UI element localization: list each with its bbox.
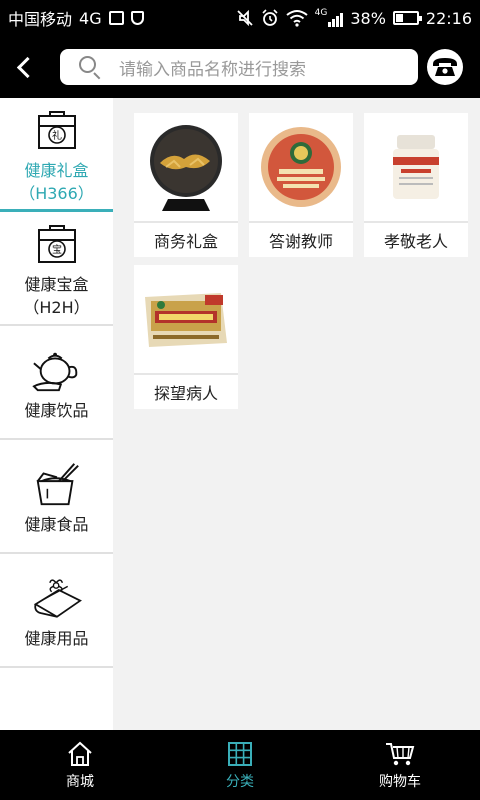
top-bar: 请输入商品名称进行搜索 — [0, 36, 480, 98]
signal-network-label: 4G — [314, 8, 328, 18]
sidebar-item-health-food[interactable]: 健康食品 — [0, 440, 113, 554]
carrier-name: 中国移动 — [8, 10, 73, 29]
towel-icon — [32, 575, 82, 621]
search-icon — [78, 55, 102, 80]
sidebar-item-label: 健康用品 — [24, 628, 89, 648]
signal-icon: 4G — [315, 9, 344, 27]
product-grid: 商务礼盒 答谢教师 孝敬老人 探望病人 — [113, 98, 480, 730]
product-card[interactable]: 孝敬老人 — [364, 113, 468, 257]
back-chevron-icon — [16, 56, 38, 78]
product-card[interactable]: 商务礼盒 — [134, 113, 238, 257]
cart-icon — [385, 740, 415, 768]
product-card[interactable]: 探望病人 — [134, 265, 238, 409]
sidebar-item-label: 健康礼盒 （H366） — [19, 160, 94, 203]
svg-text:礼: 礼 — [52, 129, 62, 142]
sidebar-item-label: 健康食品 — [24, 514, 89, 534]
nav-label: 购物车 — [379, 773, 421, 790]
mute-icon — [236, 9, 253, 27]
status-bar: 中国移动 4G 4G 38% 22:16 — [0, 0, 480, 36]
tea-cake-plate-image — [134, 113, 238, 221]
gift-box-li-icon: 礼 — [32, 107, 82, 153]
sidebar-item-label: 健康饮品 — [24, 400, 89, 420]
wifi-icon — [286, 10, 308, 27]
product-label: 商务礼盒 — [153, 232, 218, 251]
nav-item-cart[interactable]: 购物车 — [320, 730, 480, 800]
gift-box-bao-icon: 宝 — [32, 221, 82, 267]
product-card[interactable]: 答谢教师 — [249, 113, 353, 257]
product-label: 孝敬老人 — [383, 232, 448, 251]
tea-cake-image — [249, 113, 353, 221]
search-placeholder: 请输入商品名称进行搜索 — [119, 59, 306, 80]
clock: 22:16 — [425, 8, 472, 28]
phone-button[interactable] — [427, 49, 463, 85]
nav-label: 商城 — [66, 773, 94, 790]
nav-item-mall[interactable]: 商城 — [0, 730, 160, 800]
category-sidebar: 礼 健康礼盒 （H366） 宝 健康宝盒 （H2H） 健康饮品 健康食品 健康用… — [0, 98, 113, 730]
category-grid-icon — [225, 740, 255, 768]
alarm-icon — [262, 9, 278, 26]
ginseng-box-image — [134, 265, 238, 373]
home-icon — [65, 740, 95, 768]
search-input[interactable]: 请输入商品名称进行搜索 — [60, 49, 418, 85]
svg-text:宝: 宝 — [52, 243, 62, 256]
product-label: 探望病人 — [153, 384, 218, 403]
nav-item-category[interactable]: 分类 — [160, 730, 320, 800]
food-box-icon — [32, 461, 82, 507]
sidebar-item-health-drinks[interactable]: 健康饮品 — [0, 326, 113, 440]
sidebar-item-label: 健康宝盒 （H2H） — [23, 275, 90, 317]
gallery-icon — [108, 11, 124, 25]
network-type: 4G — [79, 8, 102, 28]
supplement-jar-image — [364, 113, 468, 221]
sidebar-item-health-treasure-box[interactable]: 宝 健康宝盒 （H2H） — [0, 212, 113, 326]
sidebar-item-health-supplies[interactable]: 健康用品 — [0, 554, 113, 668]
nav-label: 分类 — [226, 773, 254, 790]
bottom-nav: 商城 分类 购物车 — [0, 730, 480, 800]
battery-icon — [392, 11, 422, 25]
product-label: 答谢教师 — [268, 232, 333, 251]
back-button[interactable] — [0, 36, 48, 98]
battery-percent: 38% — [350, 8, 386, 28]
teapot-icon — [31, 347, 82, 393]
phone-icon — [433, 58, 457, 76]
shield-icon — [130, 11, 144, 25]
sidebar-item-health-gift-box[interactable]: 礼 健康礼盒 （H366） — [0, 98, 113, 212]
